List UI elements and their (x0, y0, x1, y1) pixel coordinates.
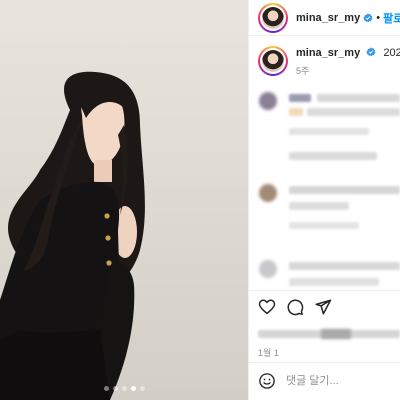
post-header: mina_sr_my • 팔로우 (249, 0, 400, 36)
separator-dot: • (376, 11, 381, 24)
comments-list (249, 88, 400, 288)
carousel-dot-active (130, 386, 136, 391)
carousel-dot (103, 386, 109, 391)
post-details-pane: mina_sr_my • 팔로우 mina_sr_my 2022 → 20 5주 (249, 0, 400, 400)
follow-button[interactable]: 팔로우 (383, 10, 400, 26)
action-bar (258, 298, 332, 316)
comment-input[interactable] (286, 375, 396, 387)
comment-avatar (259, 260, 277, 278)
caption-username[interactable]: mina_sr_my (296, 47, 360, 59)
comment-text (289, 262, 400, 270)
comment-text (317, 94, 400, 102)
post-time: 5주 (296, 66, 310, 76)
likes-summary-count (321, 329, 351, 339)
caption-row: mina_sr_my 2022 → 20 5주 (249, 40, 400, 84)
comment-text (307, 108, 400, 116)
caption-text: 2022 → 20 (383, 47, 400, 59)
carousel-dot (121, 386, 127, 391)
username-link[interactable]: mina_sr_my (296, 12, 360, 24)
heart-icon[interactable] (258, 298, 276, 316)
comment-text (289, 94, 311, 102)
emoji-icon[interactable] (258, 372, 276, 390)
avatar[interactable] (258, 2, 288, 33)
carousel-dot (112, 386, 118, 391)
comment-text (289, 108, 303, 116)
photo-illustration (0, 0, 248, 400)
comment-text (289, 202, 349, 210)
verified-badge-icon (363, 12, 373, 22)
comment-text (289, 278, 379, 286)
comment-icon[interactable] (286, 298, 304, 316)
carousel-dot (139, 386, 145, 391)
comment-meta (289, 222, 359, 229)
caption-avatar[interactable] (258, 46, 288, 76)
share-icon[interactable] (314, 298, 332, 316)
actions-divider (249, 290, 400, 291)
comment-avatar (259, 184, 277, 202)
comment-divider (249, 362, 400, 363)
comment-text (289, 186, 400, 194)
verified-badge-icon (366, 47, 376, 57)
post-date: 1월 1 (258, 348, 279, 358)
carousel-indicator (0, 386, 248, 391)
comment-text (289, 152, 377, 160)
post-photo[interactable] (0, 0, 248, 400)
comment-avatar (259, 92, 277, 110)
comment-meta (289, 128, 369, 135)
add-comment-row (258, 372, 396, 390)
